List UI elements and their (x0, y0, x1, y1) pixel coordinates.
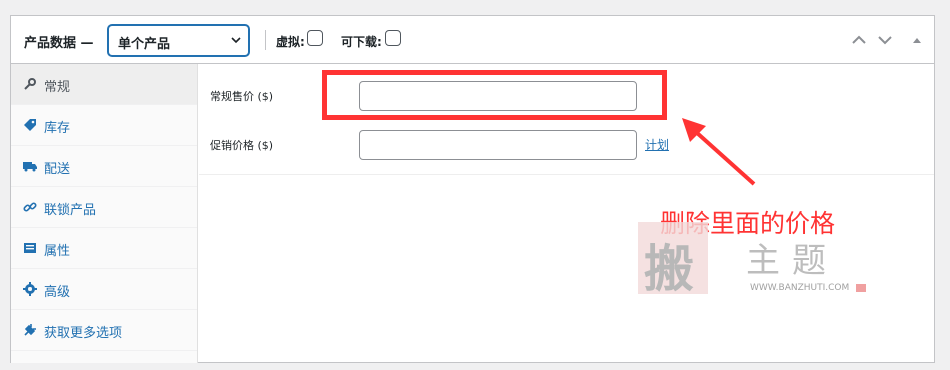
move-down-icon[interactable] (877, 33, 893, 47)
link-icon (23, 202, 37, 212)
tag-icon (24, 119, 36, 131)
watermark-seal-char: 搬 (644, 239, 694, 298)
move-up-icon[interactable] (851, 33, 867, 47)
tab-attributes-label: 属性 (44, 244, 71, 259)
tab-general[interactable]: 常规 (11, 64, 197, 105)
truck-icon (23, 162, 37, 172)
chevron-down-icon (231, 37, 241, 44)
tab-inventory-label: 库存 (44, 121, 71, 136)
watermark-url: WWW.BANZHUTI.COM (750, 283, 850, 293)
tab-advanced-label: 高级 (44, 285, 71, 300)
regular-price-label: 常规售价 ($) (210, 90, 274, 103)
tab-advanced[interactable]: 高级 (11, 269, 197, 310)
tab-linked-products-label: 联锁产品 (44, 203, 97, 218)
tab-get-more-options[interactable]: 获取更多选项 (11, 310, 197, 351)
tab-general-label: 常规 (44, 80, 71, 95)
collapse-toggle-icon[interactable] (909, 33, 925, 47)
watermark-text: 主题 (746, 241, 838, 281)
list-icon (24, 243, 36, 253)
panel-header: 产品数据 — 单个产品 虚拟: 可下载: (11, 16, 934, 64)
tab-inventory[interactable]: 库存 (11, 105, 197, 146)
sale-price-label: 促销价格 ($) (210, 139, 274, 152)
wrench-icon (24, 78, 36, 90)
regular-price-input[interactable] (359, 81, 637, 111)
watermark-dot (856, 284, 866, 292)
product-type-value: 单个产品 (118, 37, 171, 52)
section-divider (199, 174, 934, 175)
header-separator (265, 30, 266, 50)
virtual-label: 虚拟: (276, 35, 305, 49)
product-data-tabs: 常规 库存 配送 联锁产品 属性 高级 获取更多选项 (11, 64, 198, 363)
tab-linked-products[interactable]: 联锁产品 (11, 187, 197, 228)
virtual-checkbox[interactable] (307, 30, 323, 46)
downloadable-checkbox[interactable] (385, 30, 401, 46)
tab-get-more-options-label: 获取更多选项 (44, 326, 123, 341)
watermark-logo: 搬 主题 WWW.BANZHUTI.COM (638, 219, 868, 298)
panel-title: 产品数据 — (24, 36, 94, 51)
annotation-arrow-icon (682, 118, 756, 186)
schedule-link[interactable]: 计划 (645, 136, 669, 153)
plugin-icon (24, 324, 36, 336)
gear-icon (23, 282, 37, 296)
tab-shipping-label: 配送 (44, 162, 71, 177)
product-data-panel: 产品数据 — 单个产品 虚拟: 可下载: 常规 库存 配送 联锁产品 属性 高级… (10, 15, 935, 363)
product-type-select[interactable]: 单个产品 (108, 25, 249, 56)
downloadable-label: 可下载: (341, 35, 382, 49)
tab-shipping[interactable]: 配送 (11, 146, 197, 187)
sale-price-input[interactable] (359, 130, 637, 160)
tab-attributes[interactable]: 属性 (11, 228, 197, 269)
